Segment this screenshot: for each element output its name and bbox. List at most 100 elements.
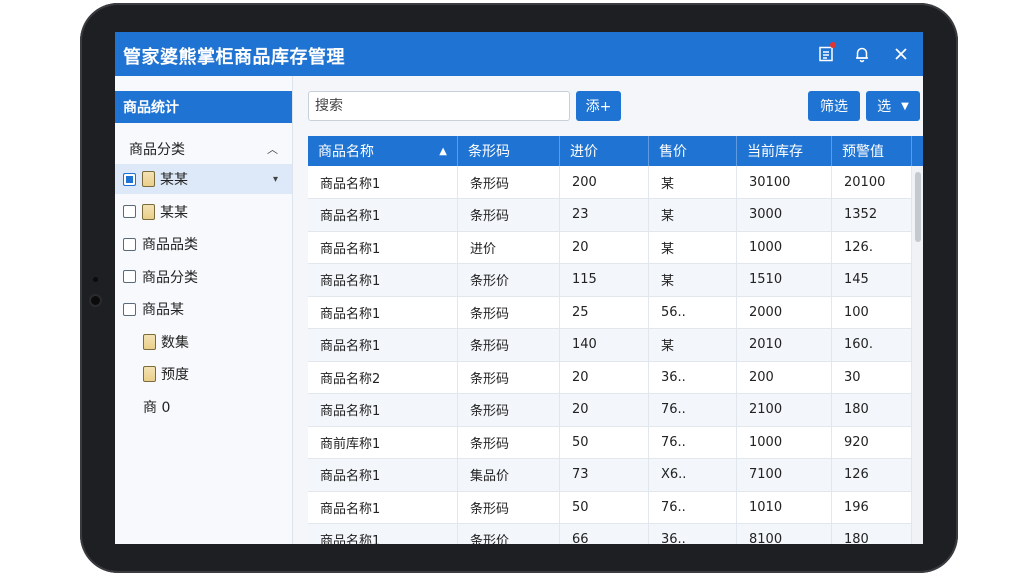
table-cell: 145 [832,263,912,296]
scrollbar-thumb[interactable] [915,172,921,242]
table-cell: 1352 [832,198,912,231]
table-cell: 3000 [737,198,832,231]
table-cell: 商品名称1 [308,198,458,231]
table-cell: 条形码 [458,166,560,198]
table-cell: 20 [560,393,649,426]
column-header-label: 当前库存 [747,144,803,160]
table-cell: 126. [832,231,912,263]
table-cell: 商品名称1 [308,263,458,296]
table-cell: 商品名称1 [308,523,458,544]
table-cell: 2000 [737,296,832,328]
table-row[interactable]: 商前库称1 条形码 50 76.. 1000 920 [308,426,912,459]
select-dropdown[interactable]: 选 ▼ [866,91,920,121]
table-cell: 集品价 [458,458,560,491]
checkbox[interactable] [123,270,136,283]
table-row[interactable]: 商品名称1 条形码 50 76.. 1010 196 [308,491,912,524]
table-row[interactable]: 商品名称1 条形码 200 某 30100 20100 [308,166,912,199]
table-cell: 180 [832,523,912,544]
column-header[interactable]: 进价 [560,136,649,166]
sidebar-item-label: 商品品类 [142,237,198,253]
checkbox[interactable] [123,205,136,218]
chevron-down-icon[interactable]: ▾ [273,174,278,185]
sidebar-item-label: 数集 [161,334,189,351]
table-cell: 180 [832,393,912,426]
table-cell: 进价 [458,231,560,263]
table-cell: 条形码 [458,328,560,361]
sidebar-item[interactable]: 某某 ▾ [115,164,292,194]
sidebar: 商品统计 商品分类 ︿ 某某 ▾ 某某 商品品类 商品分类 商品某 数集 预度商 0 [115,76,293,544]
checkbox[interactable] [123,237,136,251]
table-row[interactable]: 商品名称1 条形码 140 某 2010 160. [308,328,912,362]
add-button[interactable]: 添+ [576,91,621,121]
folder-icon [143,333,156,350]
checkbox[interactable] [123,172,136,186]
search-input[interactable] [308,91,570,121]
table-cell: 条形码 [458,393,560,426]
table-cell: 商前库称1 [308,426,458,458]
table-row[interactable]: 商品名称1 条形码 20 76.. 2100 180 [308,393,912,427]
sidebar-section-category[interactable]: 商品分类 ︿ [115,134,292,164]
table-cell: 76.. [649,491,737,523]
table-row[interactable]: 商品名称1 集品价 73 X6.. 7100 126 [308,458,912,492]
bell-icon[interactable] [848,40,876,68]
chevron-down-icon: ▼ [901,100,909,112]
sidebar-item[interactable]: 商品某 [115,294,292,324]
table-cell: 140 [560,328,649,361]
table-cell: 2010 [737,328,832,361]
table-row[interactable]: 商品名称1 条形价 66 36.. 8100 180 [308,523,912,544]
column-header-label: 商品名称 [318,144,374,160]
table-row[interactable]: 商品名称1 条形价 115 某 1510 145 [308,263,912,297]
sidebar-item-label: 商品某 [142,302,184,318]
table-cell: 1000 [737,231,832,263]
table-cell: 100 [832,296,912,328]
table-row[interactable]: 商品名称1 进价 20 某 1000 126. [308,231,912,264]
front-sensor [93,277,98,282]
table-cell: 某 [649,231,737,263]
sidebar-header[interactable]: 商品统计 [115,91,292,123]
table-cell: 36.. [649,361,737,393]
table-cell: 条形码 [458,426,560,458]
column-header[interactable]: 商品名称 ▲ [308,136,458,166]
chevron-up-icon[interactable]: ︿ [267,141,278,157]
sidebar-item[interactable]: 预度 [115,359,292,389]
folder-icon [142,203,155,220]
sidebar-item[interactable]: 数集 [115,327,292,357]
list-icon[interactable] [812,40,840,68]
front-camera [91,296,100,305]
sidebar-item[interactable]: 某某 [115,197,292,227]
table-cell: 126 [832,458,912,491]
table-cell: 条形码 [458,296,560,328]
sidebar-section-label: 商品分类 [129,142,185,158]
filter-button[interactable]: 筛选 [808,91,860,121]
sidebar-item-label: 商品分类 [142,269,198,286]
table-cell: 66 [560,523,649,544]
table-row[interactable]: 商品名称2 条形码 20 36.. 200 30 [308,361,912,394]
sidebar-item[interactable]: 商品品类 [115,229,292,259]
column-header[interactable]: 条形码 [458,136,560,166]
table-cell: 50 [560,426,649,458]
column-header[interactable]: 售价 [649,136,737,166]
column-header[interactable]: 预警值 [832,136,912,166]
sidebar-item[interactable]: 商 0 [115,392,292,422]
inventory-table: 商品名称 ▲ 条形码 进价 售价 当前库存 预警值 商品名称1 条形码 200 某 30100 201… [308,136,923,544]
window-title: 管家婆熊掌柜商品库存管理 [123,47,345,68]
sort-asc-icon[interactable]: ▲ [439,146,447,157]
table-cell: 条形价 [458,523,560,544]
table-cell: 200 [560,166,649,198]
table-cell: 25 [560,296,649,328]
close-icon[interactable] [887,40,915,68]
table-row[interactable]: 商品名称1 条形码 23 某 3000 1352 [308,198,912,232]
table-header: 商品名称 ▲ 条形码 进价 售价 当前库存 预警值 [308,136,923,166]
sidebar-item-label: 某某 [160,204,188,221]
table-cell: 条形码 [458,361,560,393]
table-cell: 20100 [832,166,912,198]
sidebar-item[interactable]: 商品分类 [115,262,292,292]
vertical-scrollbar[interactable] [912,166,923,544]
app-window: 管家婆熊掌柜商品库存管理 商品统计 商品分类 ︿ 某某 ▾ 某某 商品品类 商品分类 商品… [115,32,923,544]
table-cell: 36.. [649,523,737,544]
checkbox[interactable] [123,302,136,316]
table-row[interactable]: 商品名称1 条形码 25 56.. 2000 100 [308,296,912,329]
table-cell: 商品名称1 [308,491,458,523]
column-header[interactable]: 当前库存 [737,136,832,166]
table-cell: 920 [832,426,912,458]
